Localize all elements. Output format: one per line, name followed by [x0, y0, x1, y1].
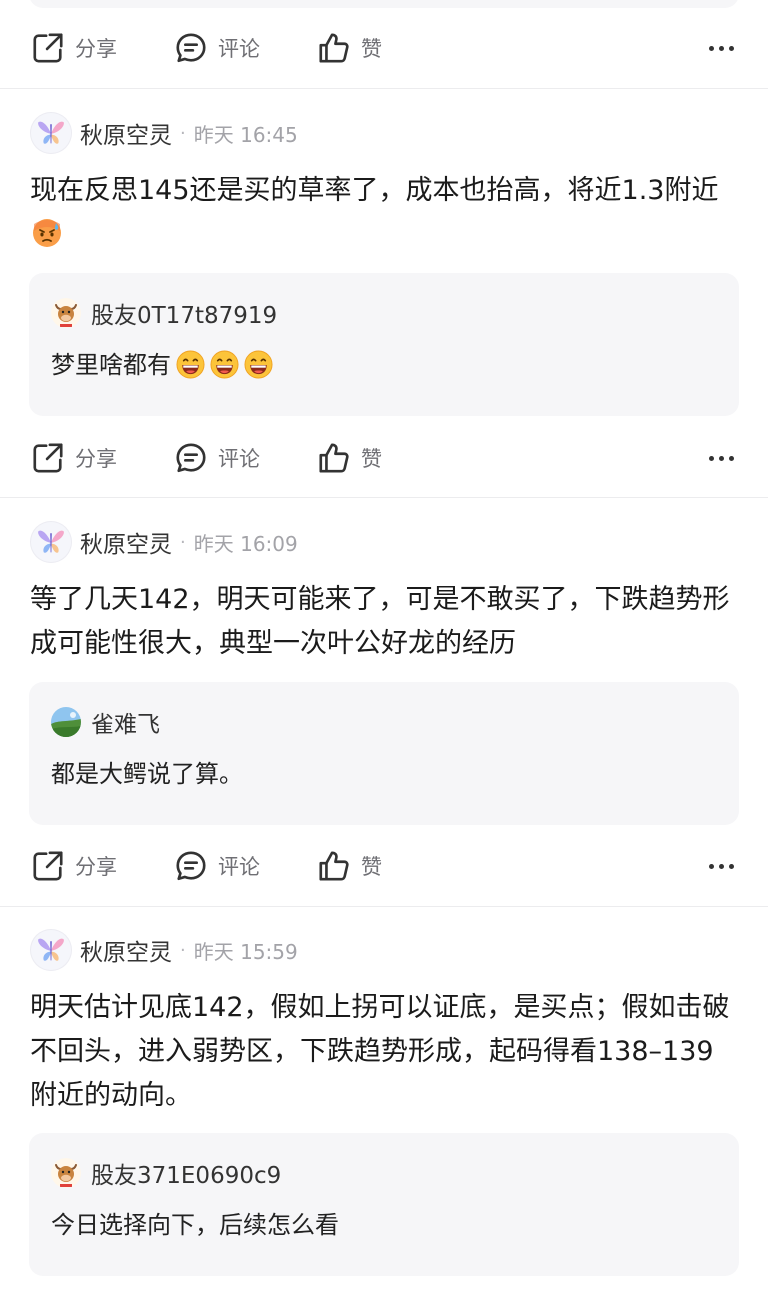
grinning-emoji-icon — [176, 350, 205, 379]
action-bar: 分享 评论 赞 — [0, 839, 768, 893]
share-icon — [31, 849, 65, 883]
comment-icon — [174, 31, 208, 65]
divider — [0, 906, 768, 907]
action-bar: 分享 评论 赞 — [0, 431, 768, 485]
like-button[interactable]: 赞 — [317, 839, 382, 893]
comment-icon — [174, 441, 208, 475]
post-time: 昨天 16:45 — [193, 122, 298, 147]
reply-card[interactable]: 雀难飞 都是大鳄说了算。 — [29, 682, 739, 825]
divider — [0, 497, 768, 498]
bull-avatar-icon[interactable] — [51, 1158, 81, 1188]
post-time: 昨天 15:59 — [193, 939, 298, 964]
post-content[interactable]: 现在反思145还是买的草率了，成本也抬高，将近1.3附近 — [30, 169, 730, 257]
more-icon[interactable] — [709, 431, 734, 485]
post-time: 昨天 16:09 — [193, 531, 298, 556]
reply-content: 梦里啥都有 — [51, 349, 273, 381]
comment-label: 评论 — [218, 855, 260, 879]
comment-icon — [174, 849, 208, 883]
comment-label: 评论 — [218, 37, 260, 61]
comment-label: 评论 — [218, 447, 260, 471]
feed-page: 分享 评论 赞 秋原空灵 · 昨天 16:45 现在反思145还是买的草率了，成… — [0, 0, 768, 1294]
bull-avatar-icon[interactable] — [51, 298, 81, 328]
share-icon — [31, 31, 65, 65]
share-button[interactable]: 分享 — [31, 21, 117, 75]
separator-dot: · — [180, 122, 186, 144]
like-button[interactable]: 赞 — [317, 21, 382, 75]
author-avatar[interactable] — [30, 929, 72, 971]
reply-text: 梦里啥都有 — [51, 351, 171, 379]
separator-dot: · — [180, 939, 186, 961]
grinning-emoji-icon — [244, 350, 273, 379]
post-text: 现在反思145还是买的草率了，成本也抬高，将近1.3附近 — [30, 175, 719, 206]
reply-text: 都是大鳄说了算。 — [51, 760, 243, 788]
share-icon — [31, 441, 65, 475]
reply-card[interactable]: 股友0T17t87919 梦里啥都有 — [29, 273, 739, 416]
reply-username[interactable]: 股友371E0690c9 — [91, 1156, 281, 1190]
reply-text: 今日选择向下，后续怎么看 — [51, 1211, 339, 1239]
comment-button[interactable]: 评论 — [174, 21, 260, 75]
thumbs-up-icon — [317, 849, 351, 883]
like-label: 赞 — [361, 855, 382, 879]
post-header: 秋原空灵 · 昨天 16:09 — [30, 520, 298, 564]
more-icon[interactable] — [709, 21, 734, 75]
post-text: 等了几天142，明天可能来了，可是不敢买了，下跌趋势形成可能性很大，典型一次叶公… — [30, 584, 730, 659]
sweating-face-emoji-icon — [32, 218, 62, 248]
post-header: 秋原空灵 · 昨天 15:59 — [30, 928, 298, 972]
more-icon[interactable] — [709, 839, 734, 893]
share-label: 分享 — [75, 447, 117, 471]
post-text: 明天估计见底142，假如上拐可以证底，是买点；假如击破不回头，进入弱势区，下跌趋… — [30, 992, 730, 1111]
reply-card[interactable]: 股友371E0690c9 今日选择向下，后续怎么看 — [29, 1133, 739, 1276]
thumbs-up-icon — [317, 441, 351, 475]
reply-content: 今日选择向下，后续怎么看 — [51, 1209, 339, 1241]
share-label: 分享 — [75, 855, 117, 879]
author-avatar[interactable] — [30, 521, 72, 563]
thumbs-up-icon — [317, 31, 351, 65]
reply-content: 都是大鳄说了算。 — [51, 758, 243, 790]
reply-user: 雀难飞 — [51, 704, 160, 740]
landscape-avatar-icon[interactable] — [51, 707, 81, 737]
comment-button[interactable]: 评论 — [174, 839, 260, 893]
like-button[interactable]: 赞 — [317, 431, 382, 485]
author-name[interactable]: 秋原空灵 — [80, 116, 172, 150]
butterfly-logo-icon — [35, 117, 67, 149]
share-button[interactable]: 分享 — [31, 839, 117, 893]
reply-username[interactable]: 股友0T17t87919 — [91, 296, 277, 330]
like-label: 赞 — [361, 37, 382, 61]
previous-reply-card — [29, 0, 739, 8]
reply-user: 股友371E0690c9 — [51, 1155, 281, 1191]
share-button[interactable]: 分享 — [31, 431, 117, 485]
post-content[interactable]: 明天估计见底142，假如上拐可以证底，是买点；假如击破不回头，进入弱势区，下跌趋… — [30, 986, 730, 1118]
butterfly-logo-icon — [35, 526, 67, 558]
comment-button[interactable]: 评论 — [174, 431, 260, 485]
separator-dot: · — [180, 531, 186, 553]
author-name[interactable]: 秋原空灵 — [80, 933, 172, 967]
grinning-emoji-icon — [210, 350, 239, 379]
post-header: 秋原空灵 · 昨天 16:45 — [30, 111, 298, 155]
share-label: 分享 — [75, 37, 117, 61]
author-name[interactable]: 秋原空灵 — [80, 525, 172, 559]
like-label: 赞 — [361, 447, 382, 471]
action-bar: 分享 评论 赞 — [0, 21, 768, 75]
reply-username[interactable]: 雀难飞 — [91, 705, 160, 739]
butterfly-logo-icon — [35, 934, 67, 966]
divider — [0, 88, 768, 89]
post-content[interactable]: 等了几天142，明天可能来了，可是不敢买了，下跌趋势形成可能性很大，典型一次叶公… — [30, 578, 730, 666]
reply-user: 股友0T17t87919 — [51, 295, 277, 331]
author-avatar[interactable] — [30, 112, 72, 154]
